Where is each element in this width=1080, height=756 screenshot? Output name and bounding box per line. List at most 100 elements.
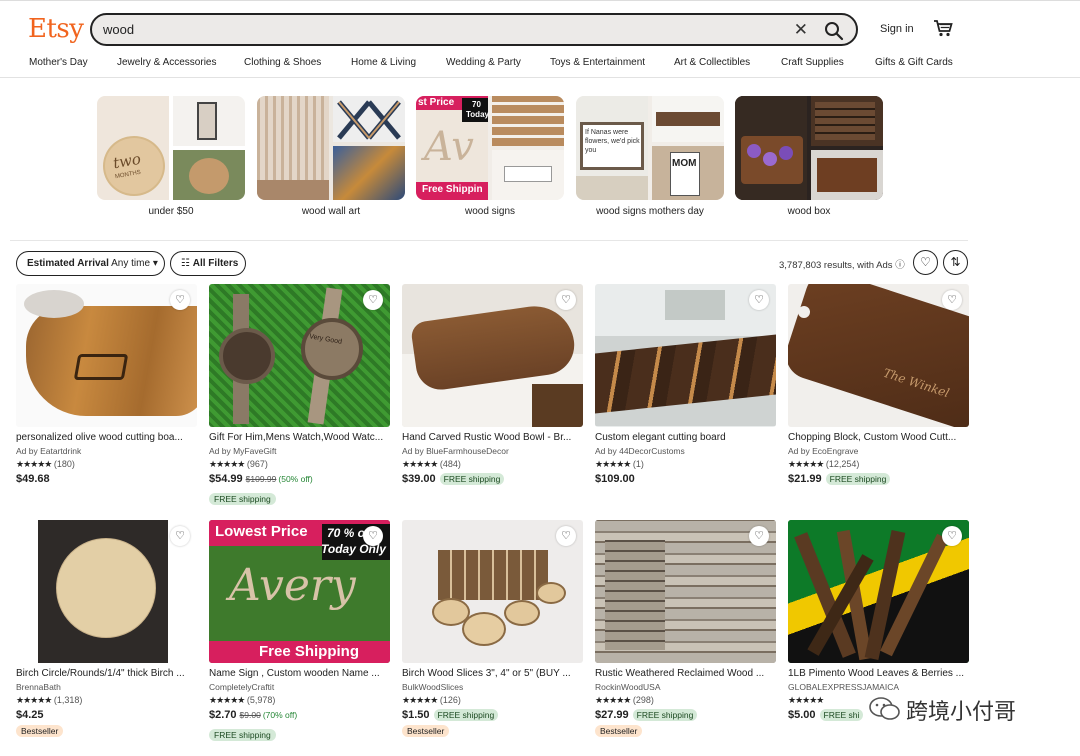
- image-text: Free Shipping: [259, 643, 360, 660]
- category-gifts[interactable]: Gifts & Gift Cards: [875, 57, 953, 68]
- product-card[interactable]: ♡ Hand Carved Rustic Wood Bowl - Br... A…: [402, 284, 583, 485]
- product-title[interactable]: 1LB Pimento Wood Leaves & Berries ...: [788, 668, 969, 679]
- category-art[interactable]: Art & Collectibles: [674, 57, 750, 68]
- category-mothers-day[interactable]: Mother's Day: [29, 57, 88, 68]
- favorite-heart-icon[interactable]: ♡: [556, 526, 576, 546]
- review-count: (967): [246, 459, 268, 469]
- category-craft[interactable]: Craft Supplies: [781, 57, 844, 68]
- product-title[interactable]: Gift For Him,Mens Watch,Wood Watc...: [209, 432, 390, 443]
- product-title[interactable]: Hand Carved Rustic Wood Bowl - Br...: [402, 432, 583, 443]
- suggestion-wood-signs-mothers-day[interactable]: If Nanas were flowers, we'd pick you MOM…: [576, 96, 724, 217]
- shipping-line: FREE shipping: [209, 725, 390, 743]
- review-count: (12,254): [825, 459, 860, 469]
- product-card[interactable]: ♡ Birch Circle/Rounds/1/4" thick Birch .…: [16, 520, 197, 739]
- product-image[interactable]: ♡: [595, 284, 776, 427]
- cart-icon[interactable]: [933, 19, 953, 37]
- review-count: (1): [632, 459, 644, 469]
- suggestion-image: If Nanas were flowers, we'd pick you MOM: [576, 96, 724, 200]
- product-image[interactable]: ♡: [402, 520, 583, 663]
- favorite-heart-icon[interactable]: ♡: [363, 290, 383, 310]
- product-seller: CompletelyCraftit: [209, 682, 275, 692]
- search-input[interactable]: wood: [103, 22, 134, 37]
- etsy-logo[interactable]: Etsy: [28, 14, 84, 44]
- review-count: (5,978): [246, 695, 276, 705]
- product-title[interactable]: Name Sign , Custom wooden Name ...: [209, 668, 390, 679]
- product-card[interactable]: ♡ Rustic Weathered Reclaimed Wood ... Ro…: [595, 520, 776, 739]
- favorite-heart-icon[interactable]: ♡: [942, 290, 962, 310]
- category-wedding[interactable]: Wedding & Party: [446, 57, 521, 68]
- suggestion-wood-signs[interactable]: st Price 70 Today Av Free Shippin wood s…: [416, 96, 564, 217]
- product-title[interactable]: Birch Wood Slices 3", 4" or 5" (BUY ...: [402, 668, 583, 679]
- category-home-living[interactable]: Home & Living: [351, 57, 416, 68]
- save-search-heart-icon[interactable]: ♡: [913, 250, 938, 275]
- product-rating: ★★★★★ (1,318): [16, 695, 197, 706]
- all-filters-label: All Filters: [192, 258, 239, 269]
- product-title[interactable]: Custom elegant cutting board: [595, 432, 776, 443]
- category-clothing[interactable]: Clothing & Shoes: [244, 57, 321, 68]
- search-icon[interactable]: [824, 21, 844, 41]
- estimated-arrival-filter[interactable]: Estimated Arrival Any time ▾: [16, 251, 165, 276]
- image-text: Avery: [229, 560, 356, 611]
- price-row: $39.00 FREE shipping: [402, 473, 583, 485]
- product-card[interactable]: Very Good ♡ Gift For Him,Mens Watch,Wood…: [209, 284, 390, 507]
- product-title[interactable]: Chopping Block, Custom Wood Cutt...: [788, 432, 969, 443]
- product-card[interactable]: Lowest Price 70 % o Today Only Avery Fre…: [209, 520, 390, 743]
- sign-in-link[interactable]: Sign in: [880, 23, 914, 35]
- product-card[interactable]: ♡ Birch Wood Slices 3", 4" or 5" (BUY ..…: [402, 520, 583, 739]
- help-icon[interactable]: ⓘ: [895, 260, 905, 271]
- product-image[interactable]: Lowest Price 70 % o Today Only Avery Fre…: [209, 520, 390, 663]
- product-rating: ★★★★★ (12,254): [788, 459, 969, 470]
- product-price: $4.25: [16, 709, 44, 721]
- category-jewelry[interactable]: Jewelry & Accessories: [117, 57, 216, 68]
- favorite-heart-icon[interactable]: ♡: [363, 526, 383, 546]
- clear-search-icon[interactable]: ✕: [794, 20, 808, 40]
- shipping-line: FREE shipping: [209, 489, 390, 507]
- product-title[interactable]: personalized olive wood cutting boa...: [16, 432, 197, 443]
- search-bar[interactable]: wood ✕: [90, 13, 858, 46]
- favorite-heart-icon[interactable]: ♡: [749, 526, 769, 546]
- suggestion-wood-box[interactable]: wood box: [735, 96, 883, 217]
- product-image[interactable]: ♡: [402, 284, 583, 427]
- product-image[interactable]: ♡: [595, 520, 776, 663]
- suggestion-label: under $50: [148, 206, 194, 217]
- favorite-heart-icon[interactable]: ♡: [170, 290, 190, 310]
- sort-icon[interactable]: ⇅: [943, 250, 968, 275]
- suggestion-wood-wall-art[interactable]: wood wall art: [257, 96, 405, 217]
- results-count: 3,787,803 results, with Ads ⓘ: [779, 257, 905, 271]
- product-image[interactable]: Very Good ♡: [209, 284, 390, 427]
- favorite-heart-icon[interactable]: ♡: [942, 526, 962, 546]
- product-price: $5.00: [788, 709, 816, 721]
- product-image[interactable]: ♡: [16, 520, 197, 663]
- star-icons: ★★★★★: [788, 459, 824, 469]
- product-card[interactable]: ♡ 1LB Pimento Wood Leaves & Berries ... …: [788, 520, 969, 721]
- favorite-heart-icon[interactable]: ♡: [556, 290, 576, 310]
- suggestion-under-50[interactable]: two MONTHS under $50: [97, 96, 245, 217]
- category-toys[interactable]: Toys & Entertainment: [550, 57, 645, 68]
- wechat-logo-icon: [869, 697, 900, 720]
- product-card[interactable]: The Winkel ♡ Chopping Block, Custom Wood…: [788, 284, 969, 485]
- review-count: (126): [439, 695, 461, 705]
- price-row: $54.99 $109.99 (50% off): [209, 473, 390, 485]
- product-image[interactable]: ♡: [16, 284, 197, 427]
- bestseller-badge: Bestseller: [16, 725, 64, 737]
- filters-icon: ☷: [181, 258, 190, 269]
- product-card[interactable]: ♡ personalized olive wood cutting boa...…: [16, 284, 197, 485]
- favorite-heart-icon[interactable]: ♡: [749, 290, 769, 310]
- product-rating: ★★★★★ (180): [16, 459, 197, 470]
- top-border: [0, 0, 1080, 1]
- price-row: $4.25: [16, 709, 197, 721]
- product-title[interactable]: Rustic Weathered Reclaimed Wood ...: [595, 668, 776, 679]
- favorite-heart-icon[interactable]: ♡: [170, 526, 190, 546]
- product-card[interactable]: ♡ Custom elegant cutting board Ad by 44D…: [595, 284, 776, 485]
- product-title[interactable]: Birch Circle/Rounds/1/4" thick Birch ...: [16, 668, 197, 679]
- product-price: $49.68: [16, 473, 50, 485]
- product-seller: GLOBALEXPRESSJAMAICA: [788, 682, 900, 692]
- review-count: (298): [632, 695, 654, 705]
- product-image[interactable]: The Winkel ♡: [788, 284, 969, 427]
- product-rating: ★★★★★ (1): [595, 459, 776, 470]
- original-price: $109.99: [245, 474, 277, 484]
- suggestion-text: 70: [472, 100, 481, 109]
- all-filters-button[interactable]: ☷ All Filters: [170, 251, 246, 276]
- product-image[interactable]: ♡: [788, 520, 969, 663]
- suggestion-text: st Price: [418, 97, 455, 108]
